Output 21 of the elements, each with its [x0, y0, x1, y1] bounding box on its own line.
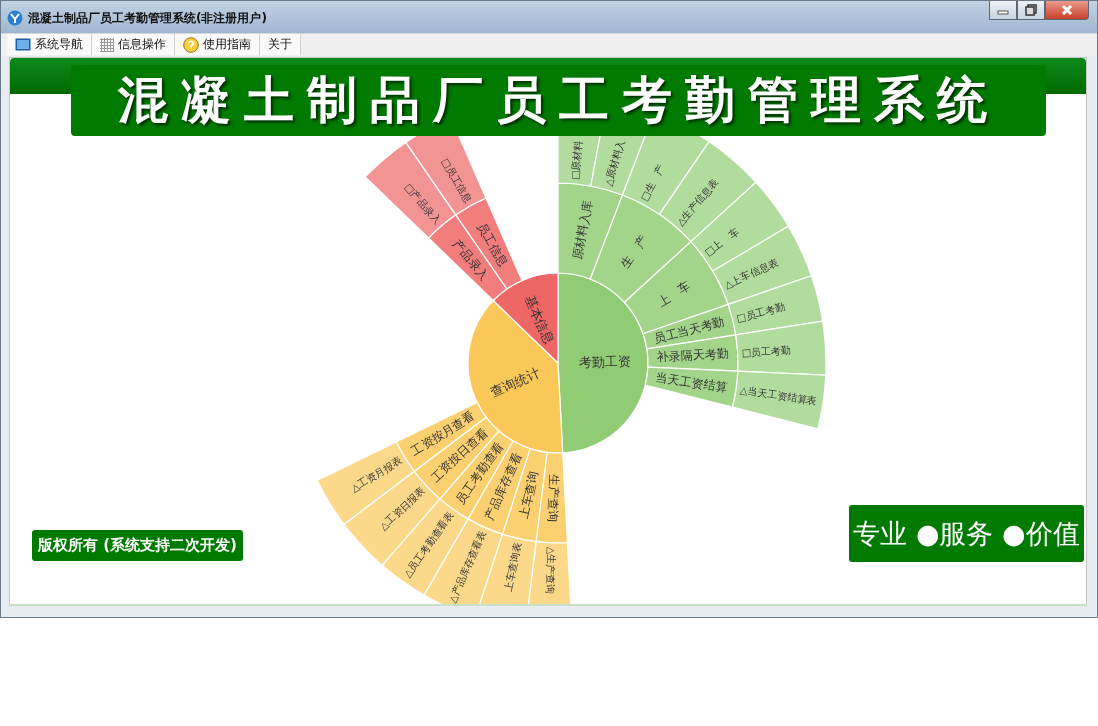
grid-icon [100, 37, 114, 52]
window-title: 混凝土制品厂员工考勤管理系统(非注册用户) [28, 10, 267, 27]
menu-tab[interactable]: 关于 [260, 34, 301, 55]
chart-segment[interactable]: 当天工资结算 [644, 366, 739, 408]
banner-title: 混凝土制品厂员工考勤管理系统 [71, 65, 1046, 136]
minimize-icon [997, 10, 1009, 15]
chart-segment[interactable]: △当天工资结算表 [731, 370, 827, 430]
menu-tab[interactable]: 使用指南 [175, 34, 260, 55]
slogan-label: 专业 ●服务 ●价值 [849, 505, 1084, 562]
close-button[interactable] [1045, 1, 1089, 20]
app-icon [7, 10, 23, 26]
minimize-button[interactable] [989, 1, 1017, 20]
help-icon [183, 36, 199, 53]
close-icon [1060, 4, 1074, 16]
restore-button[interactable] [1017, 1, 1045, 20]
window-icon [15, 38, 31, 51]
restore-icon [1025, 4, 1037, 16]
menu-tab[interactable]: 系统导航 [7, 34, 92, 55]
menu-tab[interactable]: 信息操作 [92, 34, 175, 55]
copyright-label: 版权所有 (系统支持二次开发) [32, 530, 243, 561]
chart-segment[interactable]: 考勤工资 [557, 272, 649, 454]
